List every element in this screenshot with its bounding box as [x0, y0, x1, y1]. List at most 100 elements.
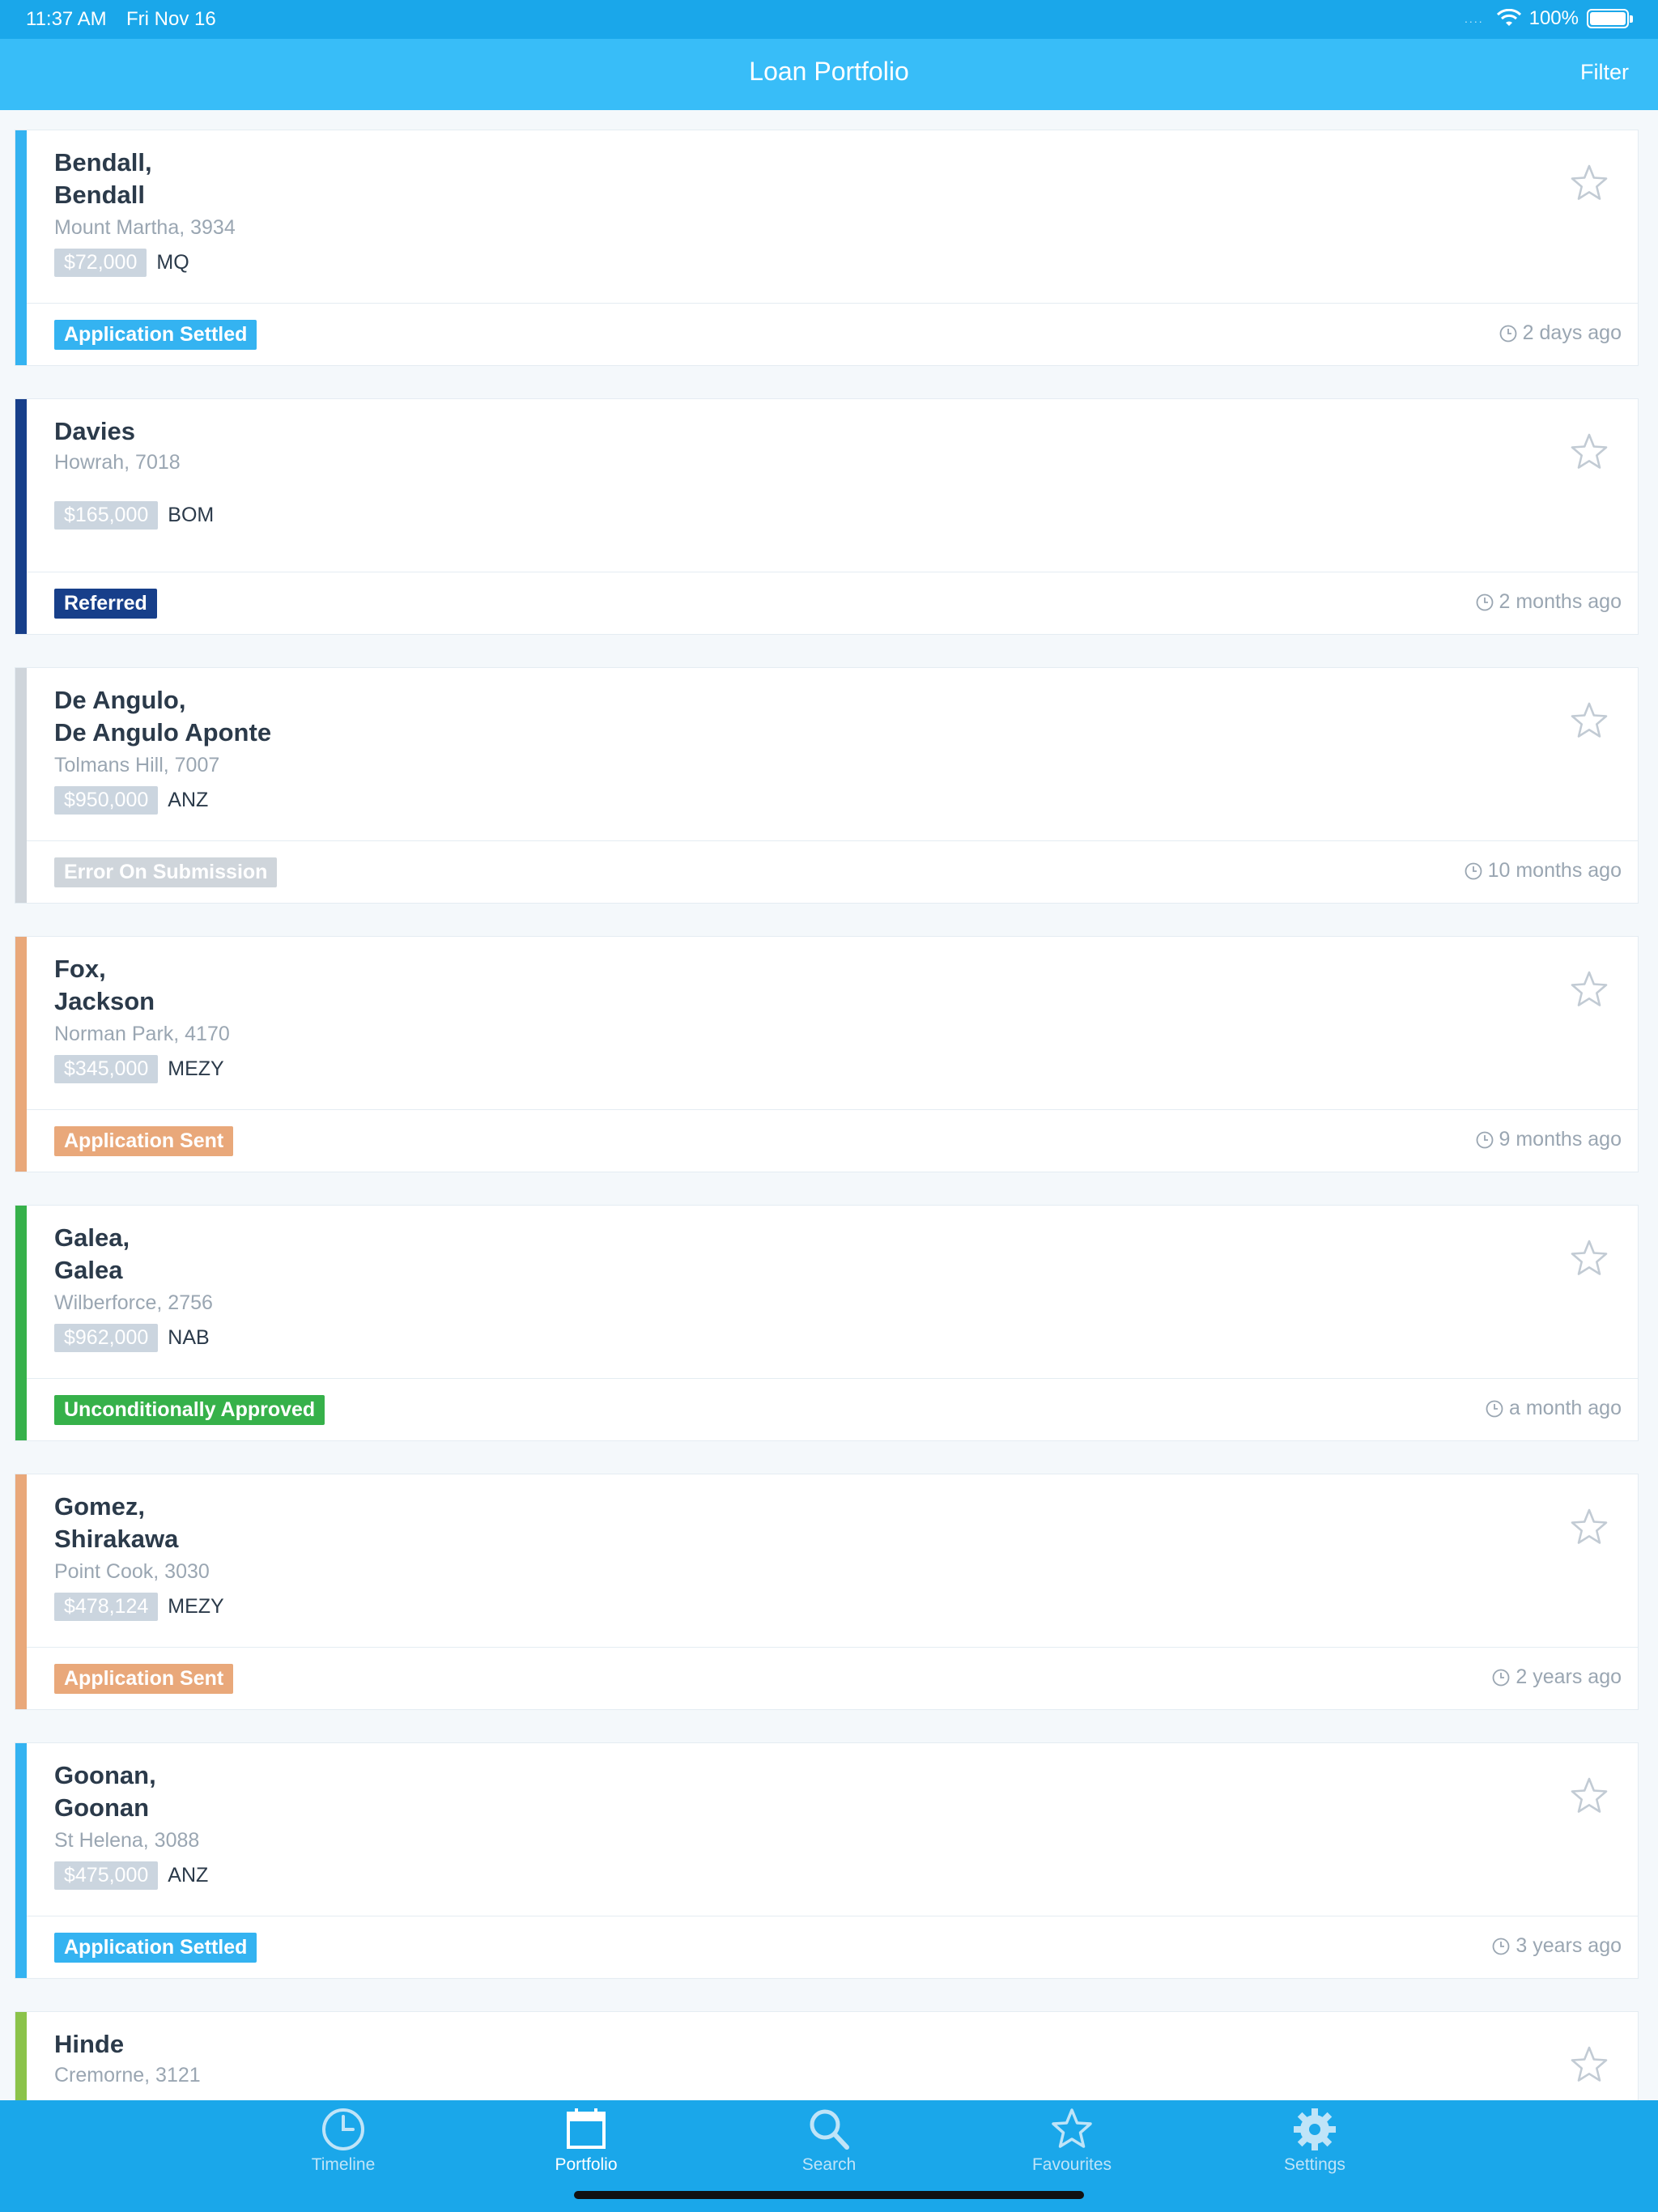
updated-ago: 2 years ago	[1491, 1665, 1622, 1689]
tab-search[interactable]: Search	[748, 2105, 910, 2186]
page-title: Loan Portfolio	[749, 57, 909, 86]
amount-row: $475,000 ANZ	[54, 1861, 208, 1890]
gear-icon	[1294, 2108, 1336, 2150]
loan-card[interactable]: Gomez, Shirakawa Point Cook, 3030 $478,124…	[15, 1474, 1639, 1710]
loan-card[interactable]: De Angulo, De Angulo Aponte Tolmans Hill,…	[15, 667, 1639, 904]
client-location: St Helena, 3088	[54, 1829, 200, 1852]
favourite-star-icon[interactable]	[1568, 2044, 1610, 2087]
favourite-star-icon[interactable]	[1568, 1238, 1610, 1280]
loan-card-body: Goonan, Goonan St Helena, 3088 $475,000 ANZ	[27, 1743, 1638, 1916]
amount-row: $72,000 MQ	[54, 249, 189, 277]
clock-icon	[322, 2108, 364, 2150]
battery-icon	[1587, 9, 1633, 28]
loan-card-footer: Unconditionally Approved a month ago	[27, 1379, 1638, 1442]
nav-bar: Loan Portfolio Filter	[0, 39, 1658, 110]
loan-card-body: Fox, Jackson Norman Park, 4170 $345,000 MEZ…	[27, 937, 1638, 1110]
amount-row: $165,000 BOM	[54, 501, 214, 530]
client-name: Fox, Jackson	[54, 955, 155, 1015]
status-badge: Application Settled	[54, 1933, 257, 1963]
updated-ago-text: 2 days ago	[1522, 321, 1622, 344]
status-date: Fri Nov 16	[126, 8, 216, 30]
loan-card[interactable]: Hinde Cremorne, 3121	[15, 2011, 1639, 2100]
client-name: Bendall, Bendall	[54, 148, 152, 209]
lender-code: MEZY	[168, 1057, 224, 1080]
loan-card-body: Hinde Cremorne, 3121	[27, 2012, 1638, 2100]
loan-amount: $345,000	[54, 1055, 159, 1083]
client-name: Gomez, Shirakawa	[54, 1492, 179, 1553]
tab-label: Favourites	[1031, 2155, 1112, 2174]
loan-card[interactable]: Bendall, Bendall Mount Martha, 3934 $72,00…	[15, 130, 1639, 366]
updated-ago: a month ago	[1485, 1397, 1622, 1420]
updated-ago-text: a month ago	[1509, 1397, 1622, 1419]
status-color-bar	[15, 1743, 27, 1978]
amount-row: $950,000 ANZ	[54, 786, 208, 815]
client-name: Galea, Galea	[54, 1223, 130, 1284]
clock-icon	[1491, 1668, 1511, 1687]
favourite-star-icon[interactable]	[1568, 1507, 1610, 1549]
loan-card[interactable]: Davies Howrah, 7018 $165,000 BOM Referred 2 m…	[15, 398, 1639, 635]
lender-code: ANZ	[168, 789, 209, 811]
loan-card-body: Davies Howrah, 7018 $165,000 BOM	[27, 399, 1638, 572]
amount-row: $478,124 MEZY	[54, 1593, 224, 1621]
updated-ago-text: 10 months ago	[1487, 859, 1622, 882]
lender-code: MEZY	[168, 1595, 224, 1618]
clock-icon	[1499, 324, 1518, 343]
loan-amount: $475,000	[54, 1861, 159, 1890]
favourite-star-icon[interactable]	[1568, 1776, 1610, 1818]
tab-settings[interactable]: Settings	[1234, 2105, 1396, 2186]
home-indicator	[574, 2191, 1084, 2199]
client-location: Cremorne, 3121	[54, 2064, 201, 2087]
amount-row: $962,000 NAB	[54, 1324, 210, 1352]
updated-ago: 10 months ago	[1464, 859, 1622, 883]
client-location: Tolmans Hill, 7007	[54, 754, 220, 776]
tab-timeline[interactable]: Timeline	[262, 2105, 424, 2186]
loan-card[interactable]: Goonan, Goonan St Helena, 3088 $475,000 ANZ…	[15, 1742, 1639, 1979]
lender-code: ANZ	[168, 1864, 209, 1887]
client-location: Wilberforce, 2756	[54, 1291, 213, 1314]
status-badge: Unconditionally Approved	[54, 1395, 325, 1425]
status-color-bar	[15, 399, 27, 634]
tab-label: Portfolio	[555, 2155, 618, 2174]
favourite-star-icon[interactable]	[1568, 163, 1610, 205]
loan-card-body: Galea, Galea Wilberforce, 2756 $962,000 NAB	[27, 1206, 1638, 1379]
status-color-bar	[15, 668, 27, 903]
status-color-bar	[15, 937, 27, 1172]
star-icon	[1052, 2108, 1092, 2148]
loan-card-body: Bendall, Bendall Mount Martha, 3934 $72,00…	[27, 130, 1638, 304]
favourite-star-icon[interactable]	[1568, 432, 1610, 474]
loan-card[interactable]: Galea, Galea Wilberforce, 2756 $962,000 NAB…	[15, 1205, 1639, 1441]
lender-code: NAB	[168, 1326, 210, 1349]
clock-icon	[1491, 1937, 1511, 1956]
signal-icon: ....	[1465, 12, 1484, 25]
loan-card[interactable]: Fox, Jackson Norman Park, 4170 $345,000 MEZ…	[15, 936, 1639, 1172]
favourite-star-icon[interactable]	[1568, 969, 1610, 1011]
status-right: .... 100%	[1465, 7, 1633, 30]
amount-row: $345,000 MEZY	[54, 1055, 224, 1083]
status-badge: Application Settled	[54, 320, 257, 350]
client-name: Hinde	[54, 2030, 125, 2058]
status-badge: Error On Submission	[54, 857, 278, 887]
updated-ago-text: 3 years ago	[1516, 1934, 1622, 1957]
favourite-star-icon[interactable]	[1568, 700, 1610, 742]
lender-code: BOM	[168, 504, 215, 526]
client-location: Howrah, 7018	[54, 451, 181, 474]
loan-card-footer: Error On Submission 10 months ago	[27, 841, 1638, 904]
battery-percent: 100%	[1528, 7, 1579, 29]
client-location: Norman Park, 4170	[54, 1023, 230, 1045]
loan-list[interactable]: Bendall, Bendall Mount Martha, 3934 $72,00…	[15, 130, 1639, 2100]
filter-button[interactable]: Filter	[1580, 60, 1629, 85]
tab-portfolio[interactable]: Portfolio	[505, 2105, 667, 2186]
tab-favourites[interactable]: Favourites	[991, 2105, 1153, 2186]
updated-ago: 2 months ago	[1475, 590, 1622, 614]
loan-amount: $478,124	[54, 1593, 159, 1621]
loan-card-body: De Angulo, De Angulo Aponte Tolmans Hill,…	[27, 668, 1638, 841]
clock-icon	[1475, 1130, 1494, 1150]
tab-label: Timeline	[311, 2155, 376, 2174]
loan-card-footer: Application Settled 2 days ago	[27, 304, 1638, 367]
updated-ago: 2 days ago	[1499, 321, 1622, 345]
loan-card-footer: Application Sent 9 months ago	[27, 1110, 1638, 1173]
loan-card-footer: Referred 2 months ago	[27, 572, 1638, 636]
status-badge: Application Sent	[54, 1664, 234, 1694]
loan-amount: $72,000	[54, 249, 147, 277]
updated-ago-text: 2 months ago	[1499, 590, 1622, 613]
